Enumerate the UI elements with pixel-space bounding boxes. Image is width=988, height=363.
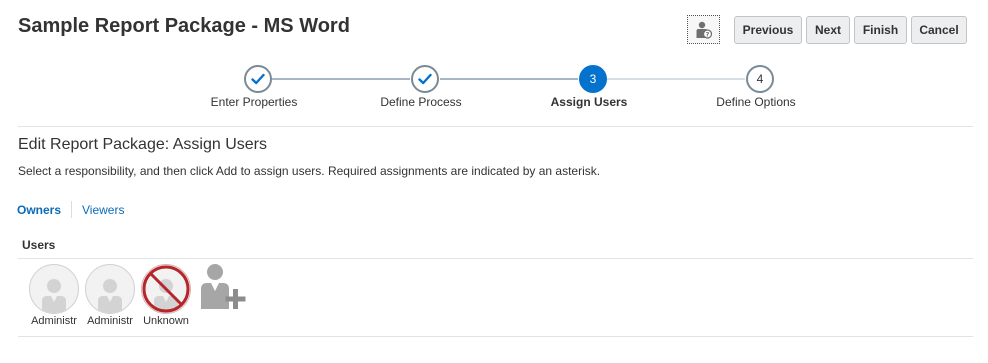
add-user-button[interactable]: [199, 263, 247, 313]
train-label-define-process[interactable]: Define Process: [341, 95, 501, 109]
train-connector: [440, 78, 578, 80]
train-stop-define-options[interactable]: 4: [746, 65, 774, 93]
checkmark-icon: [418, 73, 432, 85]
previous-button[interactable]: Previous: [734, 16, 802, 44]
train-label-assign-users: Assign Users: [550, 95, 628, 109]
tab-viewers[interactable]: Viewers: [82, 203, 124, 217]
train-stop-enter-properties[interactable]: [244, 65, 272, 93]
tab-separator: [71, 201, 72, 218]
cancel-button[interactable]: Cancel: [911, 16, 967, 44]
divider: [18, 258, 973, 259]
user-tile[interactable]: Administr: [82, 264, 138, 327]
avatar: [29, 264, 79, 314]
next-button[interactable]: Next: [806, 16, 850, 44]
user-name: Administr: [87, 315, 133, 327]
train-stop-assign-users[interactable]: 3: [579, 65, 607, 93]
avatar: [85, 264, 135, 314]
train-label-enter-properties[interactable]: Enter Properties: [174, 95, 334, 109]
prohibited-icon: [142, 265, 190, 313]
user-help-button[interactable]: ?: [687, 15, 720, 44]
user-silhouette-icon: [42, 279, 66, 313]
user-silhouette-icon: [98, 279, 122, 313]
user-help-icon: ?: [696, 21, 712, 39]
add-user-icon: [201, 264, 246, 309]
user-name: Unknown: [143, 315, 189, 327]
svg-text:?: ?: [705, 30, 709, 38]
train-stop-define-process[interactable]: [411, 65, 439, 93]
divider: [18, 126, 973, 127]
users-header: Users: [22, 238, 56, 252]
user-tile[interactable]: Administr: [26, 264, 82, 327]
train-connector: [272, 78, 410, 80]
checkmark-icon: [251, 73, 265, 85]
user-name: Administr: [31, 315, 77, 327]
train-label-define-options[interactable]: Define Options: [676, 95, 836, 109]
train-connector: [607, 78, 745, 80]
avatar: [141, 264, 191, 314]
tab-owners[interactable]: Owners: [17, 203, 61, 217]
user-tile-invalid[interactable]: Unknown: [138, 264, 194, 327]
section-title: Edit Report Package: Assign Users: [18, 136, 268, 153]
page-title: Sample Report Package - MS Word: [18, 15, 350, 37]
finish-button[interactable]: Finish: [854, 16, 907, 44]
divider: [18, 336, 973, 337]
instructions-text: Select a responsibility, and then click …: [18, 164, 601, 178]
